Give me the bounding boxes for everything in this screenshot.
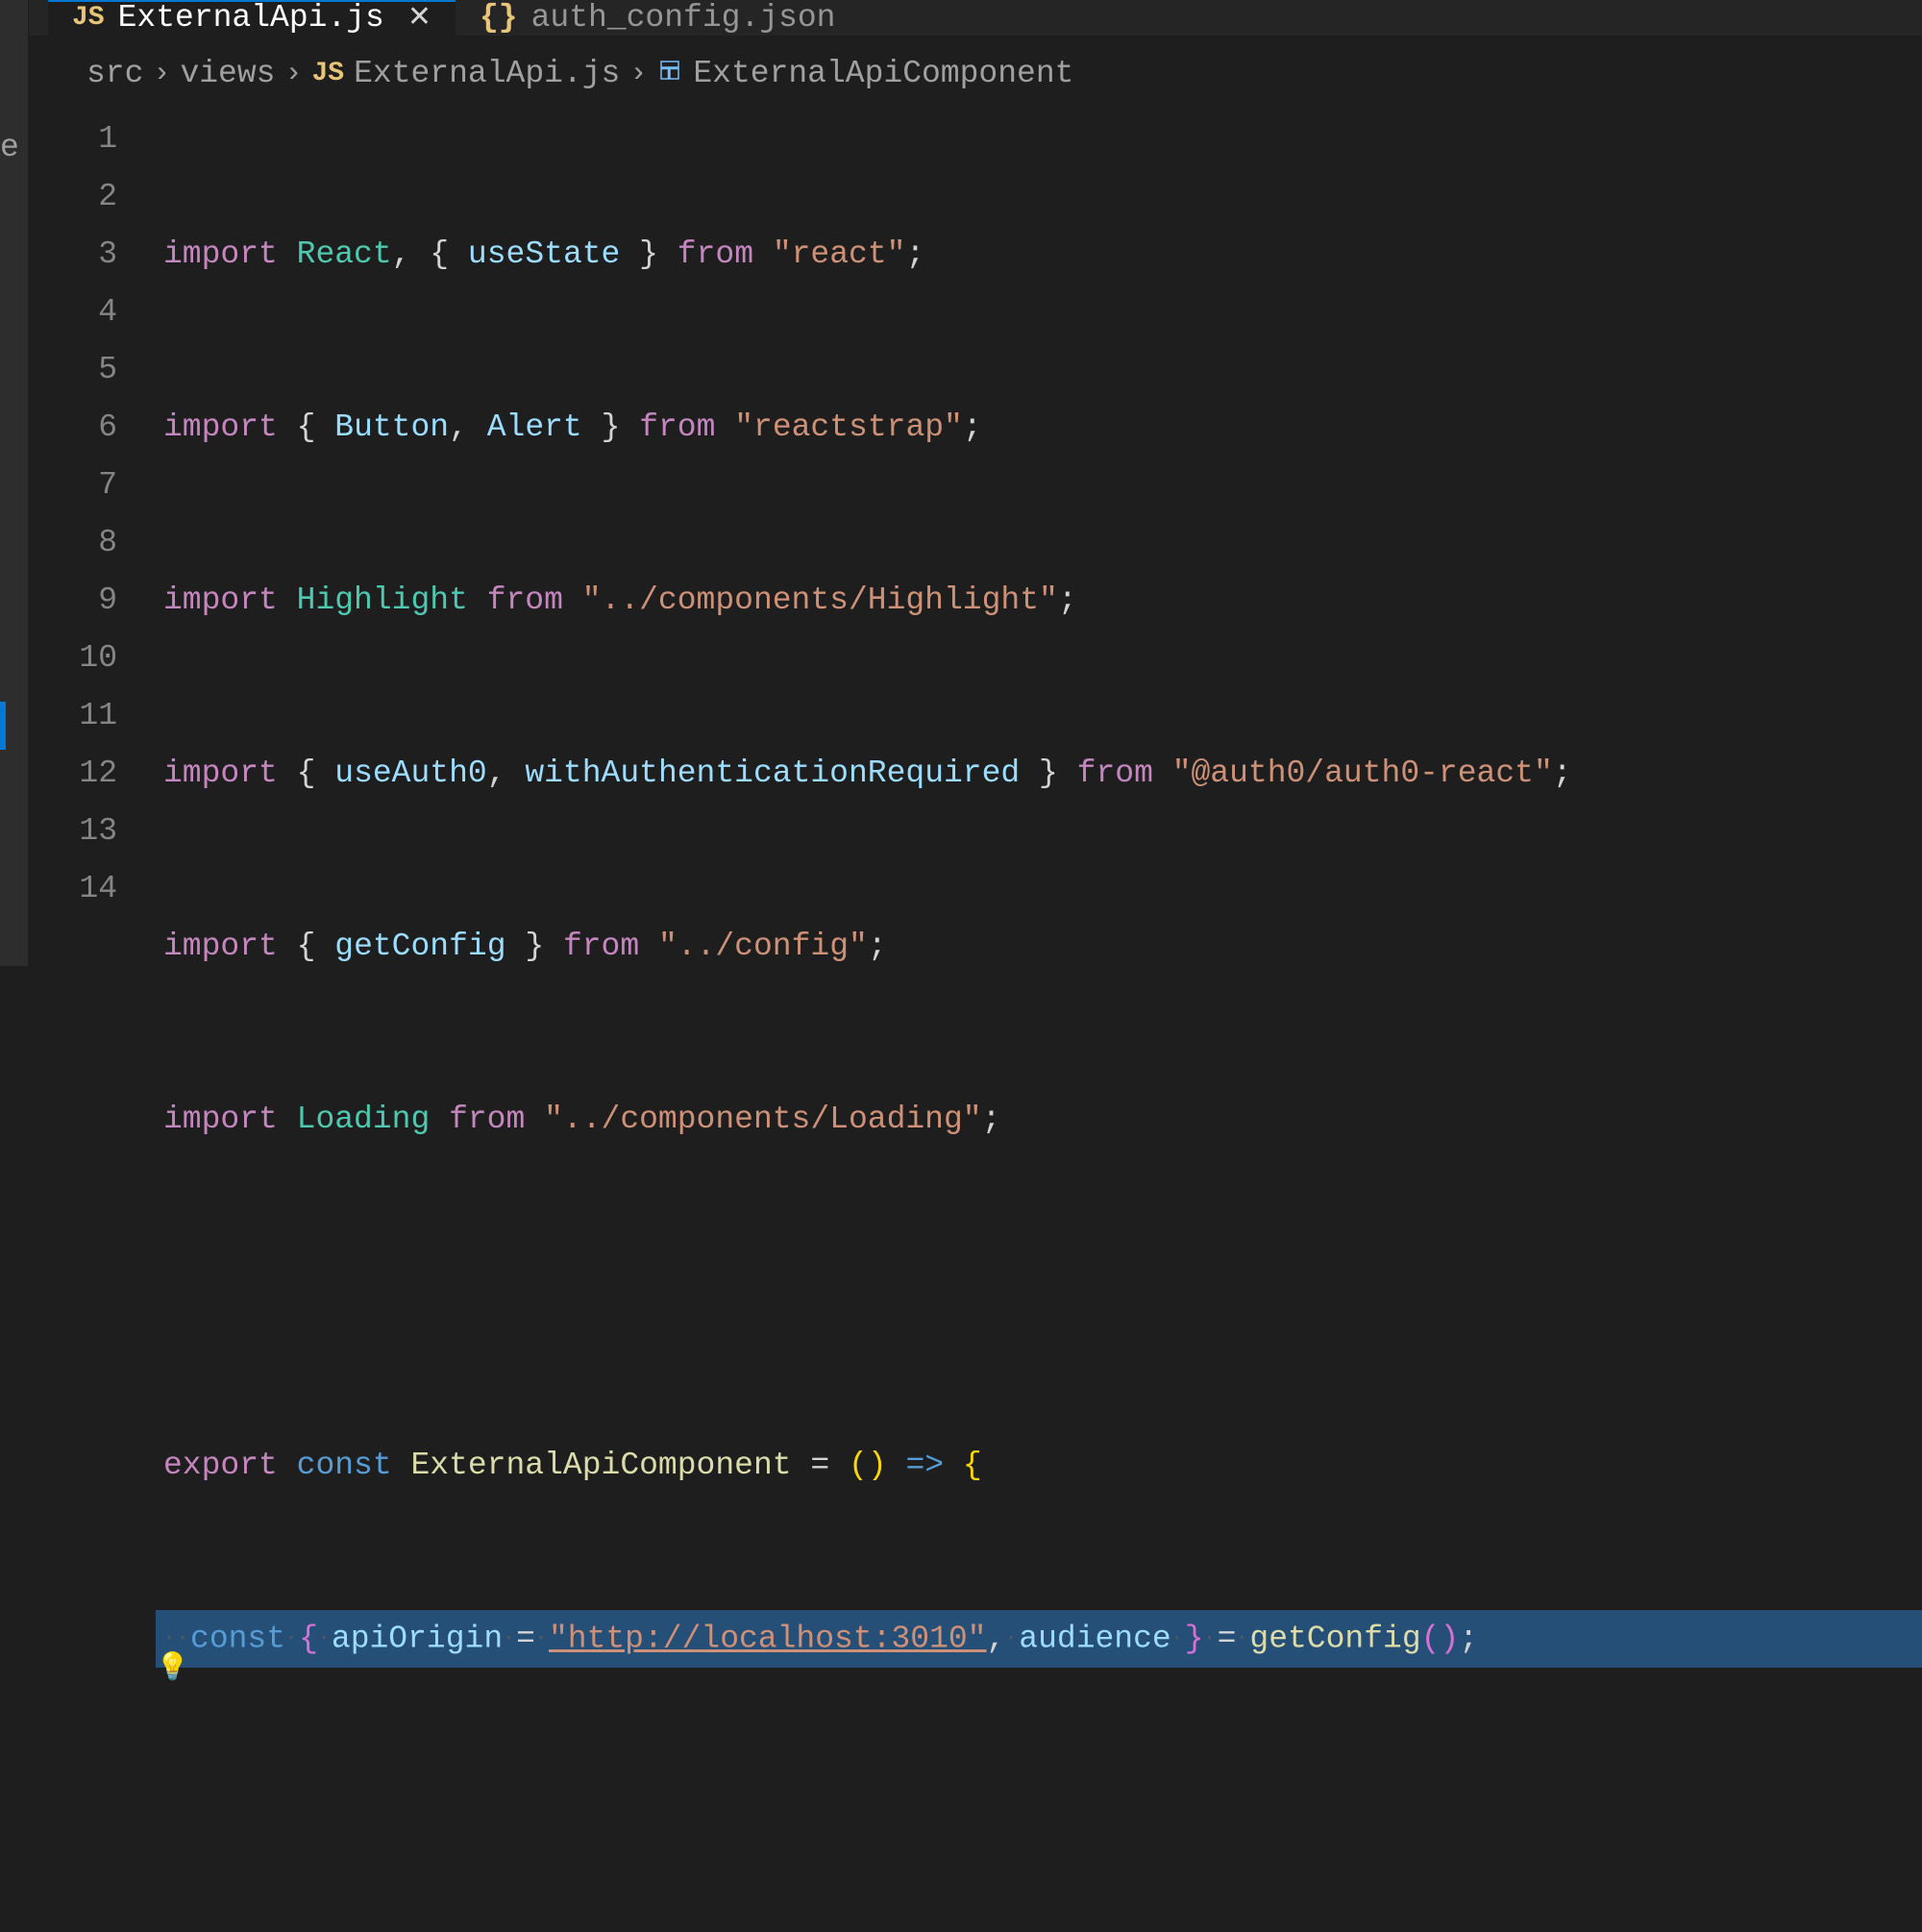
breadcrumb-segment[interactable]: views (180, 56, 275, 91)
line-number: 2 (29, 168, 117, 226)
line-number: 7 (29, 457, 117, 514)
js-file-icon: JS (311, 59, 344, 88)
js-file-icon: JS (72, 3, 105, 33)
code-line[interactable] (163, 1783, 1922, 1841)
line-number-gutter: 1 2 3 4 5 6 7 8 9 10 11 12 13 14 (29, 111, 163, 1932)
lightbulb-icon[interactable]: 💡 (156, 1641, 189, 1698)
line-number: 11 (29, 687, 117, 745)
chevron-right-icon: › (153, 58, 170, 90)
line-number: 3 (29, 226, 117, 284)
code-line[interactable]: import Highlight from "../components/Hig… (163, 572, 1922, 630)
breadcrumb-segment[interactable]: ExternalApi.js (354, 56, 620, 91)
code-line[interactable] (163, 1264, 1922, 1322)
truncated-label: e (0, 130, 19, 165)
close-icon[interactable]: ✕ (407, 0, 431, 36)
tab-label: ExternalApi.js (118, 0, 384, 36)
chevron-right-icon: › (629, 58, 647, 90)
code-line[interactable]: import { Button, Alert } from "reactstra… (163, 399, 1922, 457)
line-number: 9 (29, 572, 117, 630)
symbol-variable-icon (656, 59, 683, 89)
code-line[interactable]: import { useAuth0, withAuthenticationReq… (163, 745, 1922, 803)
line-number: 8 (29, 514, 117, 572)
code-line[interactable]: import React, { useState } from "react"; (163, 226, 1922, 284)
tab-label: auth_config.json (531, 0, 836, 36)
json-file-icon: {} (480, 0, 518, 36)
gutter-marker (0, 702, 6, 750)
tab-external-api[interactable]: JS ExternalApi.js ✕ (48, 0, 456, 36)
tab-bar: JS ExternalApi.js ✕ {} auth_config.json (0, 0, 1922, 37)
code-line[interactable]: import Loading from "../components/Loadi… (163, 1091, 1922, 1149)
activity-bar[interactable]: e (0, 0, 29, 966)
line-number: 4 (29, 284, 117, 341)
line-number: 14 (29, 860, 117, 918)
breadcrumb-segment[interactable]: src (86, 56, 143, 91)
line-number: 13 (29, 803, 117, 860)
breadcrumb-segment[interactable]: ExternalApiComponent (693, 56, 1073, 91)
editor-container: JS ExternalApi.js ✕ {} auth_config.json … (0, 0, 1922, 966)
code-line[interactable]: export const ExternalApiComponent = () =… (163, 1437, 1922, 1495)
line-number: 10 (29, 630, 117, 687)
tab-auth-config[interactable]: {} auth_config.json (456, 0, 859, 36)
line-number: 5 (29, 341, 117, 399)
code-area: 1 2 3 4 5 6 7 8 9 10 11 12 13 14 import … (0, 111, 1922, 1932)
code-line[interactable]: import { getConfig } from "../config"; (163, 918, 1922, 976)
line-number: 12 (29, 745, 117, 803)
breadcrumb[interactable]: src › views › JS ExternalApi.js › Extern… (0, 37, 1922, 111)
line-number: 6 (29, 399, 117, 457)
code-editor[interactable]: import React, { useState } from "react";… (163, 111, 1922, 1932)
code-line-highlighted[interactable]: ··const·{·apiOrigin·=·"http://localhost:… (156, 1610, 1922, 1668)
line-number: 1 (29, 111, 117, 168)
chevron-right-icon: › (284, 58, 302, 90)
